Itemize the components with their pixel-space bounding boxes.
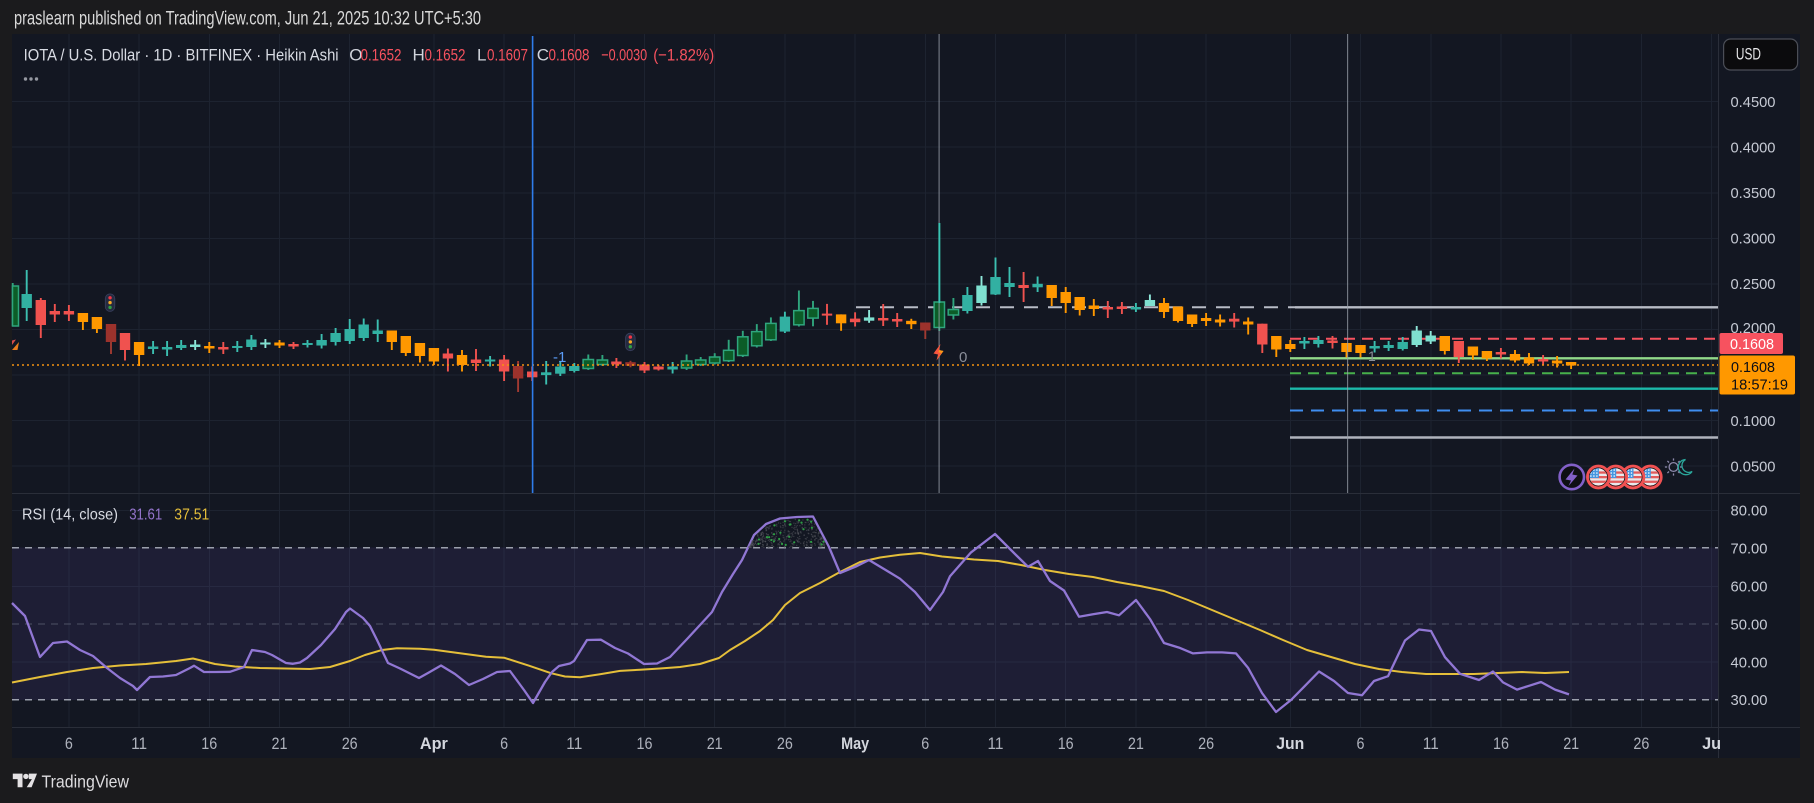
svg-text:0.1607: 0.1607 (487, 46, 528, 65)
svg-text:(−1.82%): (−1.82%) (653, 46, 714, 65)
svg-text:26: 26 (1633, 734, 1649, 753)
svg-text:6: 6 (921, 734, 929, 753)
svg-text:Ju: Ju (1702, 734, 1721, 753)
svg-text:11: 11 (1423, 734, 1439, 753)
svg-text:11: 11 (566, 734, 582, 753)
svg-text:−0.0030: −0.0030 (601, 46, 647, 65)
svg-text:0.2500: 0.2500 (1731, 276, 1776, 293)
svg-text:60.00: 60.00 (1731, 579, 1768, 596)
svg-text:TradingView: TradingView (42, 772, 130, 792)
svg-text:0.1608: 0.1608 (1731, 359, 1775, 376)
svg-text:18:57:19: 18:57:19 (1731, 377, 1788, 394)
svg-text:0.1652: 0.1652 (361, 46, 402, 65)
svg-text:21: 21 (1128, 734, 1144, 753)
svg-text:31.61: 31.61 (129, 507, 162, 524)
svg-text:26: 26 (342, 734, 358, 753)
svg-text:0.3000: 0.3000 (1731, 231, 1776, 248)
svg-text:6: 6 (1357, 734, 1365, 753)
svg-text:26: 26 (1198, 734, 1214, 753)
svg-text:6: 6 (500, 734, 508, 753)
svg-text:0.1000: 0.1000 (1731, 413, 1776, 430)
svg-text:0.1608: 0.1608 (1730, 336, 1774, 353)
svg-text:Jun: Jun (1276, 734, 1304, 753)
svg-text:80.00: 80.00 (1731, 503, 1768, 520)
svg-text:May: May (841, 734, 869, 753)
svg-text:RSI (14, close): RSI (14, close) (22, 507, 118, 524)
svg-text:50.00: 50.00 (1731, 616, 1768, 633)
svg-text:L: L (477, 46, 486, 65)
svg-text:0.4000: 0.4000 (1731, 140, 1776, 157)
svg-text:Apr: Apr (420, 734, 448, 753)
svg-text:30.00: 30.00 (1731, 692, 1768, 709)
svg-text:C: C (537, 46, 549, 65)
svg-text:11: 11 (988, 734, 1004, 753)
svg-text:40.00: 40.00 (1731, 654, 1768, 671)
svg-text:37.51: 37.51 (174, 507, 209, 524)
svg-text:praslearn published on Trading: praslearn published on TradingView.com, … (14, 9, 481, 30)
svg-text:16: 16 (637, 734, 653, 753)
svg-text:0: 0 (959, 349, 967, 366)
svg-text:0.1608: 0.1608 (549, 46, 590, 65)
svg-text:16: 16 (1493, 734, 1509, 753)
svg-text:H: H (413, 46, 425, 65)
svg-text:-1: -1 (553, 349, 566, 366)
svg-text:16: 16 (1058, 734, 1074, 753)
svg-text:1: 1 (1368, 348, 1376, 364)
svg-text:0.1652: 0.1652 (425, 46, 466, 65)
svg-text:11: 11 (131, 734, 147, 753)
svg-text:IOTA / U.S. Dollar · 1D · BITF: IOTA / U.S. Dollar · 1D · BITFINEX · Hei… (24, 46, 339, 65)
svg-text:0.0500: 0.0500 (1731, 458, 1776, 475)
svg-text:21: 21 (272, 734, 288, 753)
svg-text:USD: USD (1736, 45, 1761, 64)
svg-text:26: 26 (777, 734, 793, 753)
svg-text:0.3500: 0.3500 (1731, 185, 1776, 202)
svg-text:21: 21 (1563, 734, 1579, 753)
svg-text:0.4500: 0.4500 (1731, 94, 1776, 111)
svg-text:21: 21 (707, 734, 723, 753)
svg-text:16: 16 (201, 734, 217, 753)
svg-text:70.00: 70.00 (1731, 541, 1768, 558)
svg-text:6: 6 (65, 734, 73, 753)
